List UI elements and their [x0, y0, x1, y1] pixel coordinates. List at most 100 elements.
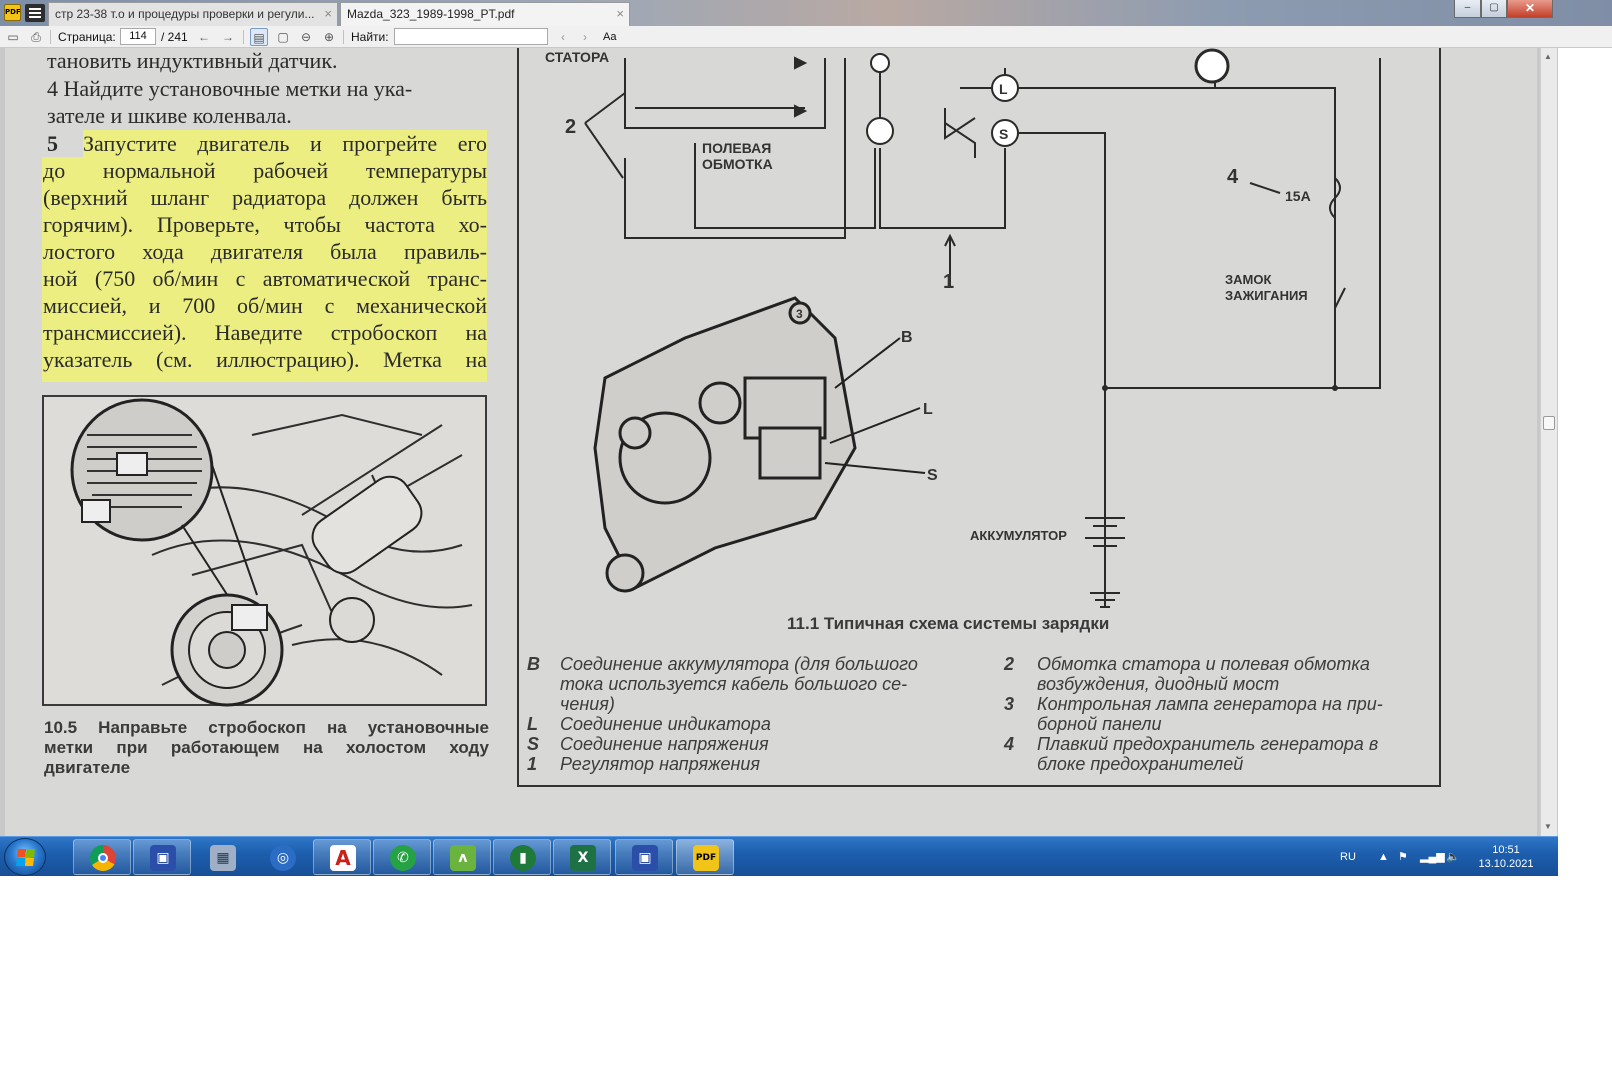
toolbar-divider	[50, 30, 51, 44]
legend-key: S	[527, 734, 540, 754]
diagram-label: L	[923, 401, 933, 418]
match-case-toggle[interactable]: Aa	[603, 28, 616, 46]
legend-key: 2	[1004, 654, 1015, 674]
show-hidden-icons-icon[interactable]: ▲	[1378, 837, 1389, 877]
legend-text: Регулятор напряжения	[560, 754, 761, 774]
toolbar: ▭ ⎙ Страница: 114 / 241 ← → ▤ ▢ ⊖ ⊕ Найт…	[0, 26, 1612, 48]
toolbar-divider	[243, 30, 244, 44]
diagram-label: S	[927, 467, 938, 484]
taskbar-acrobat[interactable]: A	[313, 839, 371, 875]
tab-label: стр 23-38 т.о и процедуры проверки и рег…	[55, 7, 315, 21]
taskbar-chart-app[interactable]: ▮	[493, 839, 551, 875]
single-page-icon[interactable]: ▤	[250, 28, 268, 46]
folder-icon[interactable]: ▭	[4, 28, 22, 46]
diagram-label: ЗАЖИГАНИЯ	[1225, 288, 1308, 303]
diagram-label: 1	[943, 271, 954, 293]
figure-caption: двигателе	[44, 758, 131, 777]
legend-key: B	[527, 654, 540, 674]
calculator-icon: ▦	[210, 845, 236, 871]
legend-text: борной панели	[1037, 714, 1162, 734]
diagram-label: 3	[796, 307, 803, 321]
floppy-icon: ▣	[632, 845, 658, 871]
vertical-scrollbar[interactable]: ▲ ▼	[1540, 48, 1557, 836]
network-signal-icon[interactable]: ▂▄▆	[1420, 837, 1445, 877]
arrow-right-icon[interactable]: →	[219, 28, 237, 46]
diagram-label: B	[901, 329, 913, 346]
clock-time: 10:51	[1492, 844, 1520, 856]
diagram-label: 2	[565, 116, 576, 138]
find-next-icon[interactable]: ›	[576, 28, 594, 46]
text-line: до нормальной рабочей температуры	[43, 158, 487, 183]
circle-app-icon: ◎	[270, 845, 296, 871]
acrobat-icon: A	[330, 845, 356, 871]
diagram-label: ЗАМОК	[1225, 272, 1271, 287]
arrow-left-icon[interactable]: ←	[195, 28, 213, 46]
volume-icon[interactable]: 🔈	[1446, 837, 1460, 877]
clock-date: 13.10.2021	[1478, 858, 1534, 870]
taskbar-blue-app[interactable]: ◎	[253, 839, 311, 875]
scroll-down-icon[interactable]: ▼	[1544, 822, 1552, 831]
taskbar-excel[interactable]: X	[553, 839, 611, 875]
legend-text: блоке предохранителей	[1037, 754, 1244, 774]
taskbar-leaf-app[interactable]: ʌ	[433, 839, 491, 875]
maximize-button[interactable]: ▢	[1481, 0, 1507, 18]
start-button[interactable]	[4, 838, 46, 876]
action-center-flag-icon[interactable]: ⚑	[1398, 837, 1408, 877]
diagram-label: 4	[1227, 166, 1239, 188]
diagram-label: СТАТОРА	[545, 49, 609, 65]
legend-key: 3	[1004, 694, 1015, 714]
chart-app-icon: ▮	[510, 845, 536, 871]
close-tab-icon[interactable]: ×	[324, 3, 332, 25]
diagram-label: АККУМУЛЯТОР	[970, 528, 1067, 543]
clock[interactable]: 10:51 13.10.2021	[1478, 843, 1534, 883]
desktop-screen: PDF стр 23-38 т.о и процедуры проверки и…	[0, 0, 1612, 1076]
text-line: (верхний шланг радиатора должен быть	[43, 185, 487, 210]
taskbar-save-app[interactable]: ▣	[133, 839, 191, 875]
text-line: лостого хода двигателя была правиль-	[43, 239, 487, 264]
menu-icon[interactable]	[25, 4, 45, 22]
taskbar-whatsapp[interactable]: ✆	[373, 839, 431, 875]
page-number-input[interactable]: 114	[120, 28, 156, 45]
find-input[interactable]	[394, 28, 548, 45]
legend-text: Обмотка статора и полевая обмотка	[1037, 654, 1370, 674]
text-line: трансмиссией). Наведите стробоскоп на	[43, 320, 487, 345]
taskbar: ▣ ▦ ◎ A ✆ ʌ ▮ X ▣ PDF RU ▲ ⚑ ▂▄▆ 🔈 10:51…	[0, 836, 1558, 876]
print-icon[interactable]: ⎙	[27, 28, 45, 46]
language-indicator[interactable]: RU	[1340, 837, 1356, 877]
document-viewport[interactable]: тановить индуктивный датчик. 4 Найдите у…	[0, 48, 1558, 836]
timing-mark-illustration	[42, 395, 487, 707]
zoom-in-icon[interactable]: ⊕	[320, 28, 338, 46]
taskbar-pdf-viewer[interactable]: PDF	[676, 839, 734, 875]
text-line: миссией, и 700 об/мин с механической	[43, 293, 487, 318]
legend-key: 4	[1004, 734, 1015, 754]
find-label: Найти:	[351, 30, 389, 44]
legend-text: чения)	[560, 694, 615, 714]
tab-document-2[interactable]: Mazda_323_1989-1998_PT.pdf ×	[340, 2, 630, 26]
tab-document-1[interactable]: стр 23-38 т.о и процедуры проверки и рег…	[48, 2, 338, 26]
page-fit-icon[interactable]: ▢	[274, 28, 292, 46]
find-prev-icon[interactable]: ‹	[554, 28, 572, 46]
close-tab-icon[interactable]: ×	[616, 3, 624, 25]
scroll-up-icon[interactable]: ▲	[1544, 52, 1552, 61]
figure-caption: 10.5 Направьте стробоскоп на установочны…	[44, 718, 489, 737]
text-line: горячим). Проверьте, чтобы частота хо-	[43, 212, 487, 237]
leaf-app-icon: ʌ	[450, 845, 476, 871]
taskbar-chrome[interactable]	[73, 839, 131, 875]
legend-key: L	[527, 714, 538, 734]
floppy-icon: ▣	[150, 845, 176, 871]
zoom-out-icon[interactable]: ⊖	[297, 28, 315, 46]
excel-icon: X	[570, 845, 596, 871]
windows-logo-icon	[16, 849, 35, 866]
text-line: ной (750 об/мин с автоматической транс-	[43, 266, 487, 291]
scrollbar-thumb[interactable]	[1543, 416, 1555, 430]
taskbar-calculator[interactable]: ▦	[193, 839, 251, 875]
terminal-label: L	[999, 81, 1008, 97]
minimize-button[interactable]: –	[1454, 0, 1481, 18]
app-logo-icon[interactable]: PDF	[4, 4, 21, 21]
legend-text: Контрольная лампа генератора на при-	[1037, 694, 1383, 714]
taskbar-save-app-2[interactable]: ▣	[615, 839, 673, 875]
chrome-icon	[90, 845, 116, 871]
text-line: 4 Найдите установочные метки на ука-	[47, 76, 413, 101]
close-button[interactable]: ✕	[1507, 0, 1553, 18]
legend-text: Соединение индикатора	[560, 714, 771, 734]
